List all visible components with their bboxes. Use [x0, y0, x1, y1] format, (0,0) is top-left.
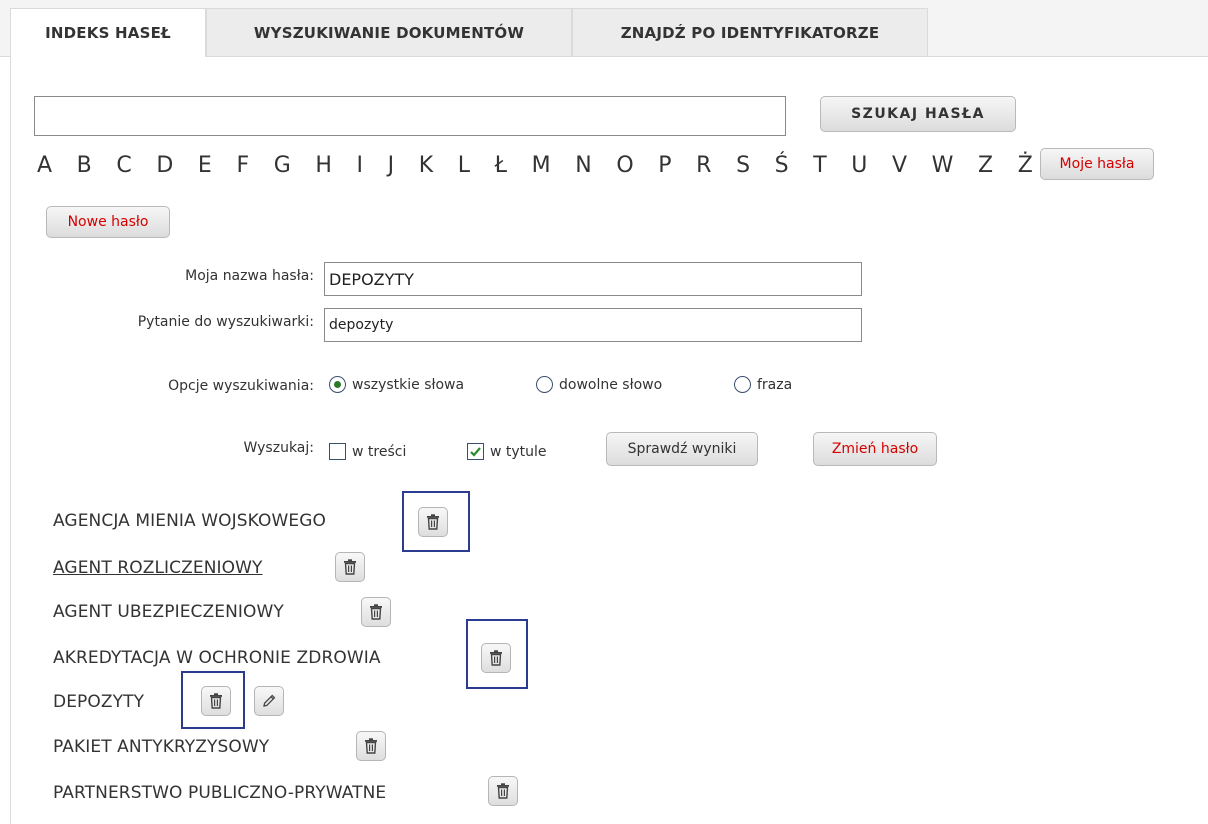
- trash-icon: [210, 693, 222, 709]
- query-field[interactable]: depozyty: [324, 308, 862, 342]
- alphabet-letter[interactable]: N: [575, 153, 591, 178]
- check-results-button[interactable]: Sprawdź wyniki: [606, 432, 758, 466]
- radio-icon[interactable]: [536, 376, 553, 393]
- trash-icon: [497, 783, 509, 799]
- alphabet-letter[interactable]: Ż: [1018, 153, 1033, 178]
- alphabet-letter[interactable]: P: [658, 153, 671, 178]
- entry-label[interactable]: AGENT UBEZPIECZENIOWY: [53, 602, 284, 622]
- entry-name-field[interactable]: DEPOZYTY: [324, 262, 862, 296]
- entry-label[interactable]: AGENCJA MIENIA WOJSKOWEGO: [53, 511, 326, 531]
- alphabet-letter[interactable]: I: [357, 153, 364, 178]
- checkbox-in-content[interactable]: w treści: [329, 443, 406, 460]
- delete-button[interactable]: [481, 643, 511, 673]
- alphabet-index: ABCDEFGHIJKLŁMNOPRSŚTUVWZŻ: [37, 149, 1033, 181]
- alphabet-letter[interactable]: Ł: [495, 153, 507, 178]
- alphabet-letter[interactable]: R: [696, 153, 711, 178]
- search-input[interactable]: [34, 96, 786, 136]
- alphabet-letter[interactable]: M: [532, 153, 551, 178]
- tab-znajdz-po-identyfikatorze[interactable]: ZNAJDŹ PO IDENTYFIKATORZE: [572, 8, 928, 56]
- entry-name-value: DEPOZYTY: [329, 269, 414, 289]
- alphabet-letter[interactable]: S: [736, 153, 750, 178]
- trash-icon: [490, 650, 502, 666]
- entry-label[interactable]: PARTNERSTWO PUBLICZNO-PRYWATNE: [53, 783, 386, 803]
- alphabet-letter[interactable]: F: [236, 153, 249, 178]
- delete-button[interactable]: [488, 776, 518, 806]
- checkbox-checked[interactable]: [467, 443, 484, 460]
- trash-icon: [344, 559, 356, 575]
- alphabet-letter[interactable]: B: [77, 153, 92, 178]
- my-entries-button[interactable]: Moje hasła: [1040, 148, 1154, 180]
- alphabet-letter[interactable]: H: [315, 153, 332, 178]
- change-entry-button[interactable]: Zmień hasło: [813, 432, 937, 466]
- checkbox-icon[interactable]: [329, 443, 346, 460]
- in-title-label: w tytule: [490, 443, 547, 460]
- new-entry-button[interactable]: Nowe hasło: [46, 206, 170, 238]
- delete-button[interactable]: [356, 731, 386, 761]
- alphabet-letter[interactable]: E: [198, 153, 212, 178]
- tab-wyszukiwanie-dokumentow[interactable]: WYSZUKIWANIE DOKUMENTÓW: [206, 8, 572, 56]
- checkmark-icon: [470, 447, 481, 457]
- delete-button[interactable]: [335, 552, 365, 582]
- pencil-icon: [263, 694, 276, 707]
- name-label: Moja nazwa hasła:: [185, 268, 314, 284]
- delete-button[interactable]: [361, 597, 391, 627]
- trash-icon: [370, 604, 382, 620]
- alphabet-letter[interactable]: C: [116, 153, 131, 178]
- tab-bar: INDEKS HASEŁ WYSZUKIWANIE DOKUMENTÓW ZNA…: [0, 0, 1208, 57]
- radio-icon[interactable]: [734, 376, 751, 393]
- alphabet-letter[interactable]: K: [419, 153, 433, 178]
- delete-button[interactable]: [418, 507, 448, 537]
- delete-button[interactable]: [201, 686, 231, 716]
- alphabet-letter[interactable]: V: [892, 153, 907, 178]
- option-any-word[interactable]: dowolne słowo: [536, 376, 662, 393]
- query-label: Pytanie do wyszukiwarki:: [137, 314, 314, 330]
- alphabet-letter[interactable]: J: [388, 153, 395, 178]
- edit-button[interactable]: [254, 686, 284, 716]
- option-all-words-label: wszystkie słowa: [352, 376, 465, 393]
- alphabet-letter[interactable]: G: [274, 153, 291, 178]
- search-button[interactable]: SZUKAJ HASŁA: [820, 96, 1016, 132]
- alphabet-letter[interactable]: Z: [978, 153, 993, 178]
- entry-label[interactable]: DEPOZYTY: [53, 692, 144, 712]
- tab-indeks-hasel[interactable]: INDEKS HASEŁ: [10, 8, 206, 57]
- alphabet-letter[interactable]: L: [458, 153, 470, 178]
- entry-label[interactable]: AGENT ROZLICZENIOWY: [53, 558, 263, 578]
- option-any-word-label: dowolne słowo: [559, 376, 663, 393]
- alphabet-letter[interactable]: O: [616, 153, 633, 178]
- alphabet-letter[interactable]: Ś: [775, 153, 789, 178]
- option-phrase-label: fraza: [757, 376, 793, 393]
- alphabet-letter[interactable]: W: [932, 153, 954, 178]
- alphabet-letter[interactable]: A: [37, 153, 52, 178]
- search-options-label: Opcje wyszukiwania:: [168, 378, 314, 394]
- option-all-words[interactable]: wszystkie słowa: [329, 376, 464, 393]
- entry-label[interactable]: PAKIET ANTYKRYZYSOWY: [53, 737, 269, 757]
- entry-label[interactable]: AKREDYTACJA W OCHRONIE ZDROWIA: [53, 648, 381, 668]
- trash-icon: [427, 514, 439, 530]
- alphabet-letter[interactable]: D: [156, 153, 173, 178]
- query-value: depozyty: [329, 317, 394, 333]
- in-content-label: w treści: [352, 443, 407, 460]
- alphabet-letter[interactable]: T: [813, 153, 826, 178]
- search-in-label: Wyszukaj:: [243, 440, 314, 456]
- checkbox-in-title[interactable]: w tytule: [467, 443, 547, 460]
- trash-icon: [365, 738, 377, 754]
- alphabet-letter[interactable]: U: [851, 153, 867, 178]
- radio-selected-icon[interactable]: [329, 376, 346, 393]
- option-phrase[interactable]: fraza: [734, 376, 792, 393]
